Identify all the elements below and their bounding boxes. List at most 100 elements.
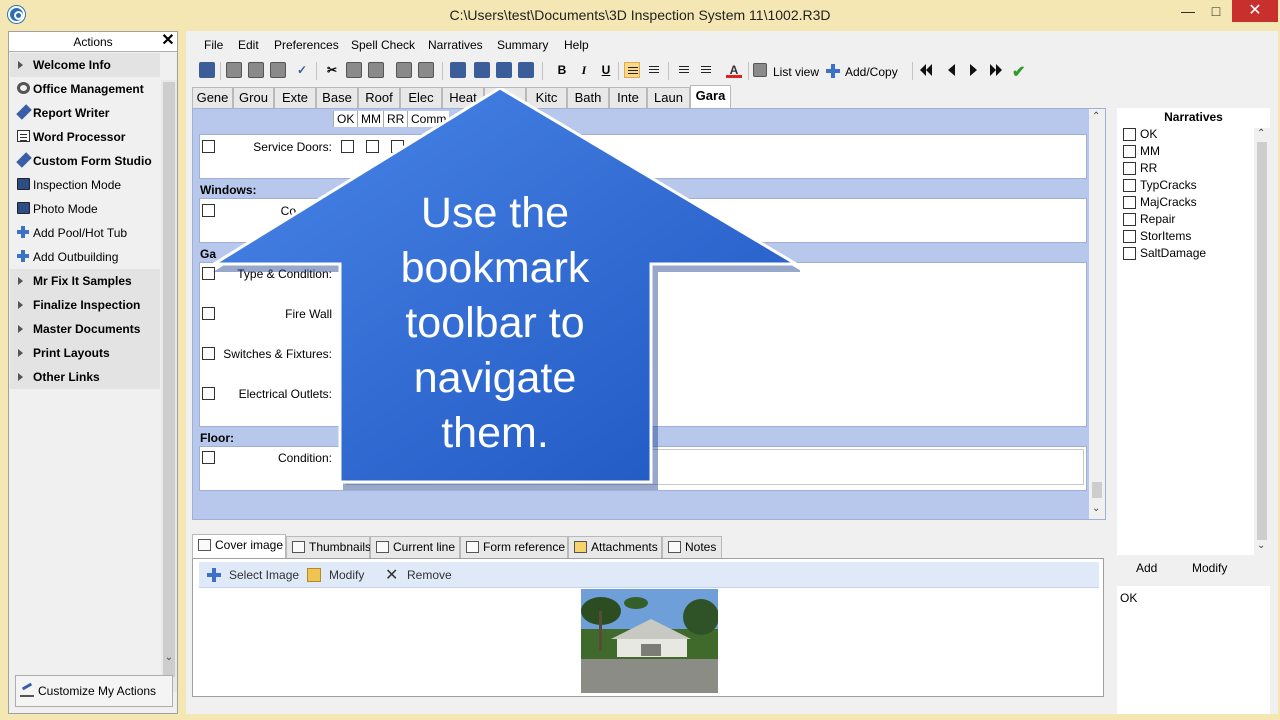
close-window-button[interactable]: ✕ xyxy=(1232,0,1278,22)
bookmark-icon[interactable] xyxy=(450,62,466,78)
maximize-button[interactable]: □ xyxy=(1202,0,1230,22)
add-copy-button[interactable]: Add/Copy xyxy=(845,65,898,79)
toolbar-separator xyxy=(748,62,749,80)
spell-check-icon[interactable]: ✓ xyxy=(294,62,310,78)
action-inspection-mode[interactable]: Inspection Mode xyxy=(10,173,160,197)
narrative-item[interactable]: TypCracks xyxy=(1123,178,1197,195)
narratives-scroll-thumb[interactable] xyxy=(1257,142,1267,540)
action-other-links[interactable]: Other Links xyxy=(10,365,160,389)
print-preview-icon[interactable] xyxy=(248,62,264,78)
narrative-item[interactable]: OK xyxy=(1123,127,1157,144)
tab-notes[interactable]: Notes xyxy=(662,536,722,558)
menu-help[interactable]: Help xyxy=(564,38,589,52)
next-record-icon[interactable] xyxy=(970,64,977,76)
bookmark-previous-icon[interactable] xyxy=(496,62,512,78)
action-report-writer[interactable]: Report Writer xyxy=(10,101,160,125)
close-panel-icon[interactable]: ✕ xyxy=(161,33,175,49)
format-icon[interactable] xyxy=(418,62,434,78)
narrative-item[interactable]: Repair xyxy=(1123,212,1175,229)
scroll-up-icon[interactable]: ⌃ xyxy=(1092,111,1100,122)
modify-narrative-button[interactable]: Modify xyxy=(1192,561,1227,575)
bookmark-next-icon[interactable] xyxy=(474,62,490,78)
title-bar: C:\Users\test\Documents\3D Inspection Sy… xyxy=(0,0,1280,30)
action-photo-mode[interactable]: Photo Mode xyxy=(10,197,160,221)
action-finalize-inspection[interactable]: Finalize Inspection xyxy=(10,293,160,317)
narrative-checkbox[interactable] xyxy=(1123,247,1136,260)
narrative-checkbox[interactable] xyxy=(1123,145,1136,158)
remove-image-button[interactable]: Remove xyxy=(407,568,452,582)
check-icon[interactable]: ✔ xyxy=(1012,62,1025,82)
action-mr-fix-it-samples[interactable]: Mr Fix It Samples xyxy=(10,269,160,293)
action-master-documents[interactable]: Master Documents xyxy=(10,317,160,341)
narrative-item[interactable]: MajCracks xyxy=(1123,195,1197,212)
action-custom-form-studio[interactable]: Custom Form Studio xyxy=(10,149,160,173)
bold-button[interactable]: B xyxy=(554,62,570,78)
menu-edit[interactable]: Edit xyxy=(238,38,259,52)
menu-preferences[interactable]: Preferences xyxy=(274,38,339,52)
narratives-scrollbar[interactable]: ⌃ ⌄ xyxy=(1254,128,1270,555)
narrative-checkbox[interactable] xyxy=(1123,128,1136,141)
find-icon[interactable] xyxy=(270,62,286,78)
print-icon[interactable] xyxy=(226,62,242,78)
modify-image-button[interactable]: Modify xyxy=(329,568,364,582)
action-office-management[interactable]: Office Management xyxy=(10,77,160,101)
tab-attachments[interactable]: Attachments xyxy=(568,536,662,558)
select-image-button[interactable]: Select Image xyxy=(229,568,299,582)
save-icon[interactable] xyxy=(199,62,215,78)
narrative-item[interactable]: RR xyxy=(1123,161,1157,178)
tab-cover-image[interactable]: Cover image xyxy=(192,534,286,558)
narrative-checkbox[interactable] xyxy=(1123,179,1136,192)
font-color-button[interactable]: A xyxy=(726,62,742,78)
menu-narratives[interactable]: Narratives xyxy=(428,38,483,52)
menu-summary[interactable]: Summary xyxy=(497,38,548,52)
indent-icon[interactable] xyxy=(698,62,714,78)
insert-image-icon[interactable] xyxy=(396,62,412,78)
narrative-checkbox[interactable] xyxy=(1123,213,1136,226)
narrative-item[interactable]: StorItems xyxy=(1123,229,1191,246)
copy-icon[interactable] xyxy=(346,62,362,78)
narrative-text-box[interactable]: OK xyxy=(1117,586,1270,714)
notes-icon xyxy=(668,541,681,553)
narrative-checkbox[interactable] xyxy=(1123,162,1136,175)
cover-image-icon xyxy=(198,539,211,551)
menu-spell-check[interactable]: Spell Check xyxy=(351,38,415,52)
previous-record-icon[interactable] xyxy=(948,64,955,76)
scroll-down-icon[interactable]: ⌄ xyxy=(1257,540,1265,551)
align-center-icon[interactable] xyxy=(646,62,662,78)
add-narrative-button[interactable]: Add xyxy=(1136,561,1157,575)
action-word-processor[interactable]: Word Processor xyxy=(10,125,160,149)
underline-button[interactable]: U xyxy=(598,62,614,78)
bullet-list-icon[interactable] xyxy=(676,62,692,78)
action-label: Report Writer xyxy=(33,106,110,120)
italic-button[interactable]: I xyxy=(576,62,592,78)
narrative-item[interactable]: SaltDamage xyxy=(1123,246,1206,263)
scroll-up-icon[interactable]: ⌃ xyxy=(1257,128,1265,139)
action-print-layouts[interactable]: Print Layouts xyxy=(10,341,160,365)
actions-scrollbar[interactable] xyxy=(161,80,177,692)
action-welcome-info[interactable]: Welcome Info xyxy=(10,53,160,77)
narrative-checkbox[interactable] xyxy=(1123,196,1136,209)
cut-icon[interactable]: ✂ xyxy=(324,62,340,78)
tab-form-reference[interactable]: Form reference xyxy=(460,536,568,558)
minimize-button[interactable]: — xyxy=(1174,0,1202,22)
action-add-pool[interactable]: Add Pool/Hot Tub xyxy=(10,221,160,245)
actions-scroll-thumb[interactable] xyxy=(163,82,175,677)
list-view-icon[interactable] xyxy=(753,63,767,77)
list-view-button[interactable]: List view xyxy=(773,65,819,79)
tab-thumbnails[interactable]: Thumbnails xyxy=(286,536,371,558)
add-copy-icon[interactable] xyxy=(826,64,840,78)
narrative-item[interactable]: MM xyxy=(1123,144,1160,161)
action-add-outbuilding[interactable]: Add Outbuilding xyxy=(10,245,160,269)
scroll-down-icon[interactable]: ⌄ xyxy=(1092,503,1100,514)
customize-actions-button[interactable]: Customize My Actions xyxy=(15,675,173,707)
plus-icon xyxy=(17,250,30,262)
align-left-icon[interactable] xyxy=(624,62,640,78)
bookmark-clear-icon[interactable] xyxy=(518,62,534,78)
paste-icon[interactable] xyxy=(368,62,384,78)
form-scroll-thumb[interactable] xyxy=(1092,482,1102,498)
tab-current-line[interactable]: Current line xyxy=(370,536,460,558)
form-scrollbar[interactable]: ⌃ ⌄ xyxy=(1089,109,1105,519)
scroll-down-icon[interactable]: ⌄ xyxy=(161,652,177,668)
narrative-checkbox[interactable] xyxy=(1123,230,1136,243)
menu-file[interactable]: File xyxy=(204,38,223,52)
